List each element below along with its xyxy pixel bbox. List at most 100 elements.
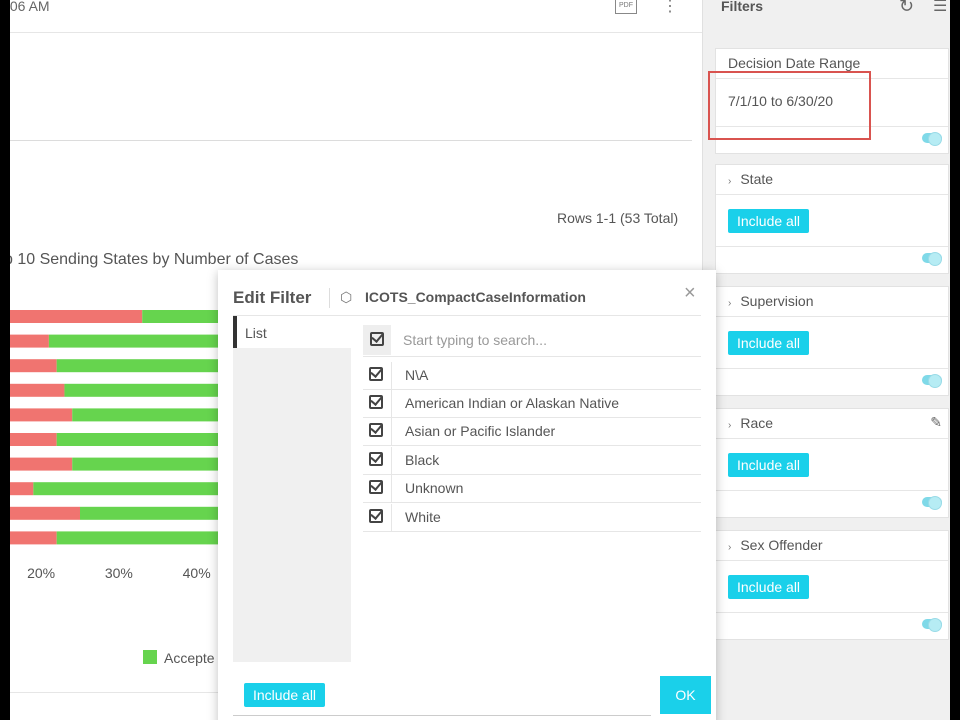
x-tick-label: 30% [105, 565, 133, 581]
option-row[interactable]: Unknown [363, 475, 701, 503]
bar-segment-red [10, 383, 65, 397]
filters-title: Filters [721, 0, 764, 14]
option-checkbox[interactable] [369, 395, 383, 409]
edit-filter-dialog: Edit Filter ⬡ ICOTS_CompactCaseInformati… [218, 270, 716, 720]
edit-pencil-icon[interactable]: ✎ [930, 414, 942, 431]
option-checkbox[interactable] [369, 367, 383, 381]
bar-segment-red [10, 531, 57, 545]
bar-segment-red [10, 408, 73, 422]
option-label[interactable]: White [405, 509, 441, 525]
highlight-annotation-box [708, 71, 871, 140]
filter-type-list: List [233, 316, 351, 662]
filter-card-header[interactable]: › State [716, 165, 948, 195]
chevron-right-icon[interactable]: › [728, 420, 731, 431]
include-all-button[interactable]: Include all [728, 209, 810, 233]
include-all-button[interactable]: Include all [728, 575, 810, 599]
option-label[interactable]: Asian or Pacific Islander [405, 423, 555, 439]
select-all-checkbox[interactable] [370, 332, 384, 346]
filter-card-body: Include all [716, 195, 948, 247]
bar-segment-red [10, 359, 57, 373]
stacked-bar-chart: 20% 30% 40% [10, 310, 220, 581]
divider [391, 447, 392, 475]
filter-card-header[interactable]: › Race ✎ [716, 409, 948, 439]
tab-list[interactable]: List [233, 316, 351, 348]
close-icon[interactable]: × [684, 282, 696, 305]
include-all-button[interactable]: Include all [728, 453, 810, 477]
divider [391, 475, 392, 503]
divider [10, 32, 710, 33]
ok-button[interactable]: OK [660, 676, 711, 714]
filter-card-footer [716, 369, 948, 395]
option-label[interactable]: N\A [405, 367, 428, 383]
dialog-table-name: ICOTS_CompactCaseInformation [365, 289, 586, 305]
dialog-title: Edit Filter [233, 288, 312, 307]
option-checkbox[interactable] [369, 480, 383, 494]
chevron-right-icon[interactable]: › [728, 542, 731, 553]
toggle-switch[interactable] [922, 374, 942, 388]
app-window: :06 AM PDF ⋮ Rows 1-1 (53 Total) p 10 Se… [10, 0, 950, 720]
bar-segment-accepted [72, 457, 220, 471]
option-row[interactable]: N\A [363, 362, 701, 390]
rows-total-label: Rows 1-1 (53 Total) [557, 210, 679, 226]
toggle-switch[interactable] [922, 618, 942, 632]
toggle-switch[interactable] [922, 496, 942, 510]
menu-icon[interactable]: ☰ [933, 0, 947, 16]
chevron-right-icon[interactable]: › [728, 298, 731, 309]
pdf-export-icon[interactable]: PDF [615, 0, 637, 14]
filter-card-label: Race [740, 415, 774, 431]
bar-segment-red [10, 506, 80, 520]
filter-card-header[interactable]: › Sex Offender [716, 531, 948, 561]
bar-segment-red [10, 310, 143, 323]
reset-icon[interactable]: ↻ [899, 0, 914, 17]
filter-card-race: › Race ✎ Include all [715, 408, 949, 518]
more-options-icon[interactable]: ⋮ [662, 0, 678, 16]
option-checkbox[interactable] [369, 452, 383, 466]
filter-card-body: Include all [716, 439, 948, 491]
bar-segment-red [10, 334, 49, 348]
legend-swatch-accepted [143, 650, 157, 664]
filter-card-label: State [740, 171, 774, 187]
bar-segment-accepted [80, 506, 220, 520]
filter-card-sex-offender: › Sex Offender Include all [715, 530, 949, 640]
toggle-switch[interactable] [922, 252, 942, 266]
divider [391, 390, 392, 418]
legend-label-accepted: Accepte [164, 650, 215, 666]
filter-card-supervision: › Supervision Include all [715, 286, 949, 396]
search-input[interactable] [403, 329, 683, 351]
filter-card-label: Sex Offender [740, 537, 823, 553]
filter-card-header[interactable]: › Supervision [716, 287, 948, 317]
divider [391, 418, 392, 446]
include-all-button[interactable]: Include all [244, 683, 326, 707]
bar-segment-red [10, 482, 34, 496]
filter-card-state: › State Include all [715, 164, 949, 274]
option-label[interactable]: Black [405, 452, 439, 468]
include-all-button[interactable]: Include all [728, 331, 810, 355]
filter-card-footer [716, 491, 948, 517]
option-checkbox[interactable] [369, 423, 383, 437]
divider [391, 362, 392, 390]
filter-card-label: Supervision [740, 293, 814, 309]
toggle-switch[interactable] [922, 132, 942, 146]
cube-icon: ⬡ [340, 289, 353, 305]
option-row[interactable]: Asian or Pacific Islander [363, 418, 701, 446]
option-checkbox[interactable] [369, 509, 383, 523]
chevron-right-icon[interactable]: › [728, 176, 731, 187]
option-label[interactable]: American Indian or Alaskan Native [405, 395, 619, 411]
option-row[interactable]: American Indian or Alaskan Native [363, 390, 701, 418]
bar-segment-red [10, 433, 57, 446]
bar-segment-accepted [56, 531, 220, 545]
option-row[interactable]: Black [363, 447, 701, 475]
bar-segment-accepted [72, 408, 220, 422]
bar-segment-red [10, 457, 73, 471]
filter-card-footer [716, 613, 948, 639]
divider [329, 288, 330, 308]
divider [10, 140, 692, 141]
filter-card-footer [716, 247, 948, 273]
report-timestamp: :06 AM [10, 0, 50, 14]
option-label[interactable]: Unknown [405, 480, 463, 496]
x-tick-label: 40% [183, 565, 211, 581]
chart-title: p 10 Sending States by Number of Cases [10, 251, 299, 268]
search-row [363, 323, 701, 357]
option-row[interactable]: White [363, 504, 701, 532]
window-frame [950, 0, 960, 720]
